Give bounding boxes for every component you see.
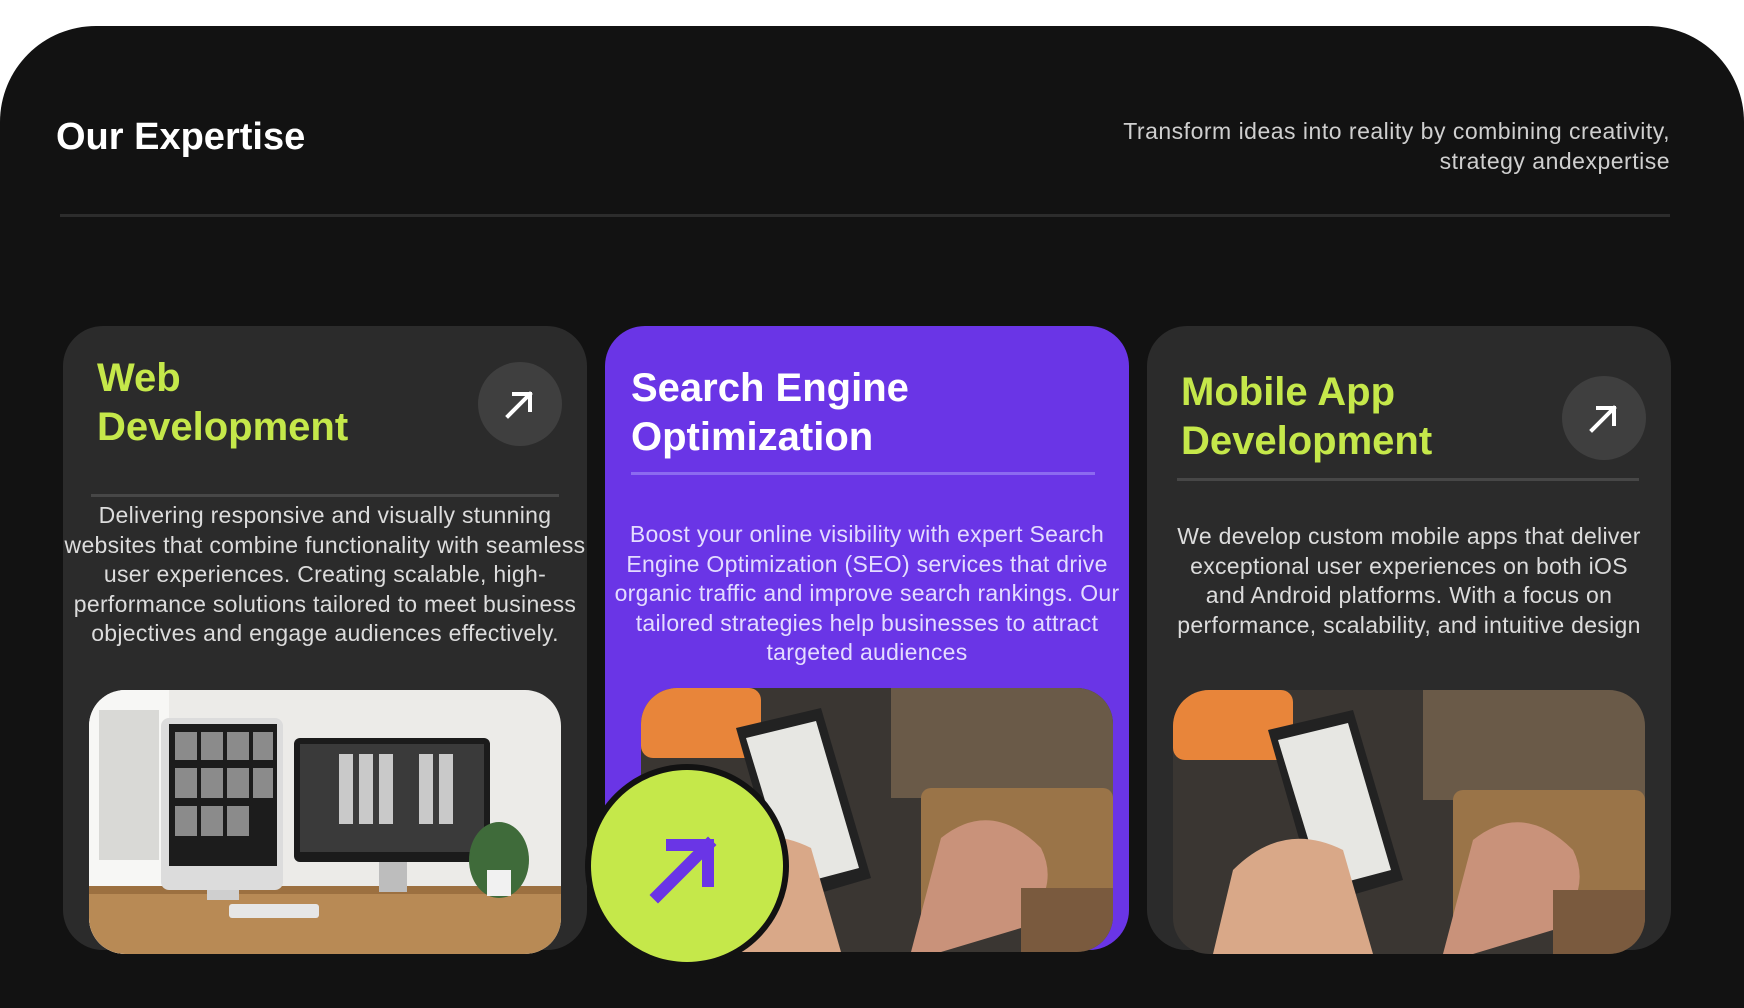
hand-holding-phone-photo	[1173, 690, 1645, 954]
card-mobile-app-development[interactable]: Mobile App Development We develop custom…	[1147, 326, 1671, 954]
card-seo[interactable]: Search Engine Optimization Boost your on…	[585, 326, 1129, 968]
card-divider	[1177, 478, 1639, 481]
card-title: Mobile App Development	[1181, 370, 1433, 463]
expertise-section: Our Expertise Transform ideas into reali…	[0, 26, 1744, 1008]
card-title: Search Engine Optimization	[631, 366, 909, 459]
card-title: Web Development	[97, 356, 349, 449]
card-divider	[631, 472, 1095, 475]
card-divider	[91, 494, 559, 497]
arrow-up-right-icon[interactable]	[1562, 376, 1646, 460]
desk-with-monitors-photo	[89, 690, 561, 954]
section-subtitle: Transform ideas into reality by combinin…	[1123, 118, 1670, 174]
card-description: Boost your online visibility with expert…	[614, 521, 1120, 665]
arrow-up-right-icon[interactable]	[591, 770, 783, 962]
section-title: Our Expertise	[56, 116, 306, 158]
section-divider	[60, 214, 1670, 217]
card-description: Delivering responsive and visually stunn…	[64, 502, 586, 646]
card-web-development[interactable]: Web Development Delivering responsive an…	[63, 326, 587, 954]
card-description: We develop custom mobile apps that deliv…	[1177, 523, 1641, 638]
arrow-up-right-icon[interactable]	[478, 362, 562, 446]
